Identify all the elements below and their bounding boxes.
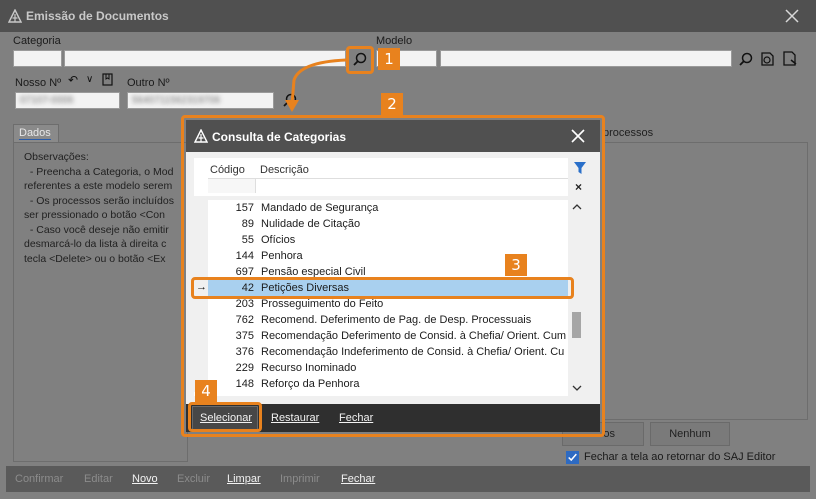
scroll-thumb[interactable] [572,312,581,338]
filter-codigo-cell[interactable] [208,179,256,193]
dialog-title-bar: Consulta de Categorias [186,120,600,152]
table-row[interactable]: 157 Mandado de Segurança [194,200,568,216]
nenhum-button[interactable]: Nenhum [650,422,730,446]
bookmark-icon[interactable] [101,73,114,86]
window-title: Emissão de Documentos [26,9,169,23]
tab-dados[interactable]: Dados [13,124,59,142]
consulta-categorias-dialog: Consulta de Categorias Código Descrição … [186,120,600,432]
model-document-icon[interactable] [781,50,799,68]
outro-numero-label: Outro Nº [127,77,170,89]
table-row[interactable]: 148 Reforço da Penhora [194,376,568,392]
callout-3-frame [191,277,574,299]
todos-button-label: os [603,428,615,440]
column-header-descricao[interactable]: Descrição [260,164,309,176]
table-row[interactable]: 55 Ofícios [194,232,568,248]
checkmark-icon [568,453,577,462]
fechar-checkbox[interactable] [566,451,579,464]
callout-1-badge: 1 [378,48,400,70]
categoria-label: Categoria [13,35,61,47]
processos-label: processos [603,127,654,139]
filter-row[interactable] [208,178,568,193]
nosso-numero-input[interactable]: 07107-0006 [15,92,120,109]
tab-dados-label: Dados [19,127,51,140]
table-row[interactable]: 89 Nulidade de Citação [194,216,568,232]
grid-header: Código Descrição [194,158,568,196]
dialog-close-icon[interactable] [570,128,586,144]
modelo-desc-input[interactable] [440,50,732,67]
confirmar-button[interactable]: Confirmar [15,473,63,485]
clear-filter-icon[interactable]: × [575,180,582,194]
modelo-label: Modelo [376,35,413,47]
callout-4-frame [188,402,262,432]
app-logo-icon [8,9,22,23]
callout-4-badge: 4 [195,380,217,402]
observacoes-text: Observações: - Preencha a Categoria, o M… [24,151,174,265]
processos-panel [603,142,808,420]
novo-button[interactable]: Novo [132,473,158,485]
excluir-button[interactable]: Excluir [177,473,210,485]
categoria-code-input[interactable] [13,50,62,67]
model-favorite-icon[interactable] [758,50,776,68]
dialog-title: Consulta de Categorias [212,130,347,144]
undo-icon[interactable]: ↶ [68,73,78,87]
callout-3-badge: 3 [505,254,527,276]
table-row[interactable]: 376 Recomendação Indeferimento de Consid.… [194,344,568,360]
callout-2-badge: 2 [381,93,403,115]
dialog-fechar-button[interactable]: Fechar [339,412,373,424]
imprimir-button[interactable]: Imprimir [280,473,320,485]
chevron-down-icon[interactable]: ∨ [86,74,93,85]
column-header-codigo[interactable]: Código [210,164,245,176]
table-row[interactable]: 762 Recomend. Deferimento de Pag. de Desp… [194,312,568,328]
numero-search-icon[interactable] [281,92,299,110]
restaurar-button[interactable]: Restaurar [271,412,319,424]
dialog-logo-icon [194,129,208,143]
table-row[interactable]: 375 Recomendação Deferimento de Consid. à… [194,328,568,344]
categoria-search-icon[interactable] [351,51,369,69]
bottom-toolbar: Confirmar Editar Novo Excluir Limpar Imp… [6,466,810,492]
filter-icon[interactable] [573,161,587,175]
nosso-numero-label: Nosso Nº [15,77,62,89]
table-row[interactable]: 229 Recurso Inominado [194,360,568,376]
close-icon[interactable] [784,8,800,24]
scroll-down-icon[interactable] [572,383,582,393]
outro-numero-input[interactable]: 5640711562319706 [127,92,274,109]
fechar-checkbox-label: Fechar a tela ao retornar do SAJ Editor [584,451,776,463]
modelo-search-icon[interactable] [737,51,755,69]
limpar-button[interactable]: Limpar [227,473,261,485]
categoria-desc-input[interactable] [64,50,346,67]
editar-button[interactable]: Editar [84,473,113,485]
scroll-up-icon[interactable] [572,202,582,212]
title-bar: Emissão de Documentos [0,0,816,32]
fechar-button[interactable]: Fechar [341,473,375,485]
